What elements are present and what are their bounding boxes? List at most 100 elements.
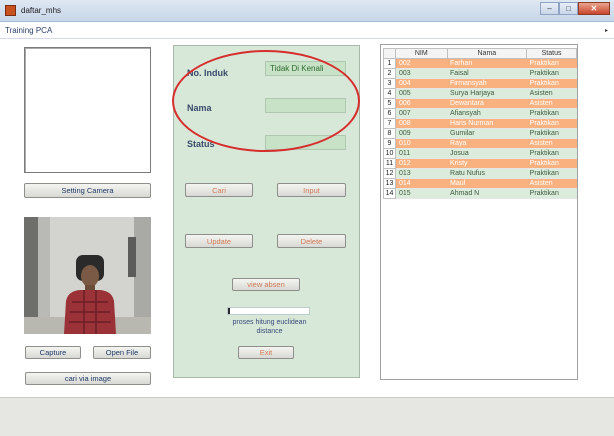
- nim-cell[interactable]: 011: [395, 148, 448, 159]
- header-status[interactable]: Status: [526, 48, 577, 59]
- nama-cell[interactable]: Ahmad N: [447, 188, 527, 199]
- nama-cell[interactable]: Firmansyah: [447, 78, 527, 89]
- nim-cell[interactable]: 009: [395, 128, 448, 139]
- menu-training-pca[interactable]: Training PCA: [5, 26, 52, 35]
- header-nama[interactable]: Nama: [446, 48, 528, 59]
- row-index-cell[interactable]: 5: [383, 98, 396, 109]
- status-cell[interactable]: Praktikan: [526, 118, 577, 129]
- delete-button[interactable]: Delete: [277, 234, 346, 248]
- row-index-cell[interactable]: 10: [383, 148, 396, 159]
- open-file-button[interactable]: Open File: [93, 346, 151, 359]
- table-row[interactable]: 10 011 Josua Praktikan: [383, 148, 577, 159]
- table-row[interactable]: 4 005 Surya Harjaya Asisten: [383, 88, 577, 99]
- nim-cell[interactable]: 015: [395, 188, 448, 199]
- table-body: 1 002 Farhan Praktikan 2 003 Faisal Praktikan 3 0…: [383, 58, 577, 199]
- status-cell[interactable]: Praktikan: [526, 168, 577, 179]
- nama-cell[interactable]: Kristy: [447, 158, 527, 169]
- nama-cell[interactable]: Haris Nurman: [447, 118, 527, 129]
- nim-cell[interactable]: 012: [395, 158, 448, 169]
- table-row[interactable]: 8 009 Gumilar Praktikan: [383, 128, 577, 139]
- status-cell[interactable]: Praktikan: [526, 68, 577, 79]
- table-row[interactable]: 3 004 Firmansyah Praktikan: [383, 78, 577, 89]
- table-row[interactable]: 2 003 Faisal Praktikan: [383, 68, 577, 79]
- status-cell[interactable]: Asisten: [526, 98, 577, 109]
- nama-label: Nama: [187, 103, 212, 113]
- no-induk-field[interactable]: Tidak Di Kenali: [265, 61, 346, 76]
- nama-cell[interactable]: Farhan: [447, 58, 527, 69]
- status-cell[interactable]: Praktikan: [526, 158, 577, 169]
- input-button[interactable]: Input: [277, 183, 346, 197]
- nim-cell[interactable]: 005: [395, 88, 448, 99]
- capture-button[interactable]: Capture: [25, 346, 81, 359]
- status-field[interactable]: [265, 135, 346, 150]
- nama-cell[interactable]: Maul: [447, 178, 527, 189]
- row-index-cell[interactable]: 8: [383, 128, 396, 139]
- nama-cell[interactable]: Surya Harjaya: [447, 88, 527, 99]
- status-cell[interactable]: Praktikan: [526, 128, 577, 139]
- nim-cell[interactable]: 013: [395, 168, 448, 179]
- table-row[interactable]: 12 013 Ratu Nufus Praktikan: [383, 168, 577, 179]
- status-cell[interactable]: Praktikan: [526, 108, 577, 119]
- row-index-cell[interactable]: 1: [383, 58, 396, 69]
- nama-cell[interactable]: Dewantara: [447, 98, 527, 109]
- table-row[interactable]: 14 015 Ahmad N Praktikan: [383, 188, 577, 199]
- table-row[interactable]: 13 014 Maul Asisten: [383, 178, 577, 189]
- row-index-cell[interactable]: 13: [383, 178, 396, 189]
- status-cell[interactable]: Praktikan: [526, 188, 577, 199]
- nama-cell[interactable]: Faisal: [447, 68, 527, 79]
- row-index-cell[interactable]: 4: [383, 88, 396, 99]
- status-cell[interactable]: Praktikan: [526, 78, 577, 89]
- nama-cell[interactable]: Raya: [447, 138, 527, 149]
- row-index-cell[interactable]: 9: [383, 138, 396, 149]
- cari-button[interactable]: Cari: [185, 183, 253, 197]
- menu-arrow-icon[interactable]: ▸: [605, 27, 608, 34]
- cari-via-image-button[interactable]: cari via image: [25, 372, 151, 385]
- row-index-cell[interactable]: 7: [383, 118, 396, 129]
- nama-cell[interactable]: Ratu Nufus: [447, 168, 527, 179]
- nim-cell[interactable]: 010: [395, 138, 448, 149]
- row-index-cell[interactable]: 11: [383, 158, 396, 169]
- nama-cell[interactable]: Afiansyah: [447, 108, 527, 119]
- nama-field[interactable]: [265, 98, 346, 113]
- nim-cell[interactable]: 004: [395, 78, 448, 89]
- table-row[interactable]: 9 010 Raya Asisten: [383, 138, 577, 149]
- row-index-cell[interactable]: 6: [383, 108, 396, 119]
- header-index: [383, 48, 396, 59]
- setting-camera-button[interactable]: Setting Camera: [24, 183, 151, 198]
- row-index-cell[interactable]: 12: [383, 168, 396, 179]
- progress-fill: [228, 308, 230, 314]
- status-cell[interactable]: Asisten: [526, 88, 577, 99]
- row-index-cell[interactable]: 3: [383, 78, 396, 89]
- nim-cell[interactable]: 006: [395, 98, 448, 109]
- nama-cell[interactable]: Gumilar: [447, 128, 527, 139]
- maximize-icon[interactable]: □: [559, 2, 578, 15]
- nama-cell[interactable]: Josua: [447, 148, 527, 159]
- row-index-cell[interactable]: 14: [383, 188, 396, 199]
- nim-cell[interactable]: 003: [395, 68, 448, 79]
- progress-bar: [227, 307, 310, 315]
- table-row[interactable]: 11 012 Kristy Praktikan: [383, 158, 577, 169]
- nim-cell[interactable]: 007: [395, 108, 448, 119]
- table-row[interactable]: 7 008 Haris Nurman Praktikan: [383, 118, 577, 129]
- table-row[interactable]: 5 006 Dewantara Asisten: [383, 98, 577, 109]
- bottom-band: [0, 397, 614, 436]
- nim-cell[interactable]: 002: [395, 58, 448, 69]
- view-absen-button[interactable]: view absen: [232, 278, 300, 291]
- row-index-cell[interactable]: 2: [383, 68, 396, 79]
- status-cell[interactable]: Praktikan: [526, 148, 577, 159]
- header-nim[interactable]: NIM: [394, 48, 448, 59]
- status-cell[interactable]: Praktikan: [526, 58, 577, 69]
- nim-cell[interactable]: 014: [395, 178, 448, 189]
- exit-button[interactable]: Exit: [238, 346, 294, 359]
- status-cell[interactable]: Asisten: [526, 178, 577, 189]
- close-icon[interactable]: ✕: [578, 2, 610, 15]
- update-button[interactable]: Update: [185, 234, 253, 248]
- no-induk-label: No. Induk: [187, 68, 228, 78]
- minimize-icon[interactable]: –: [540, 2, 559, 15]
- window-title: daftar_mhs: [21, 6, 62, 15]
- table-row[interactable]: 1 002 Farhan Praktikan: [383, 58, 577, 69]
- nim-cell[interactable]: 008: [395, 118, 448, 129]
- table-row[interactable]: 6 007 Afiansyah Praktikan: [383, 108, 577, 119]
- photo-image: [24, 217, 151, 334]
- status-cell[interactable]: Asisten: [526, 138, 577, 149]
